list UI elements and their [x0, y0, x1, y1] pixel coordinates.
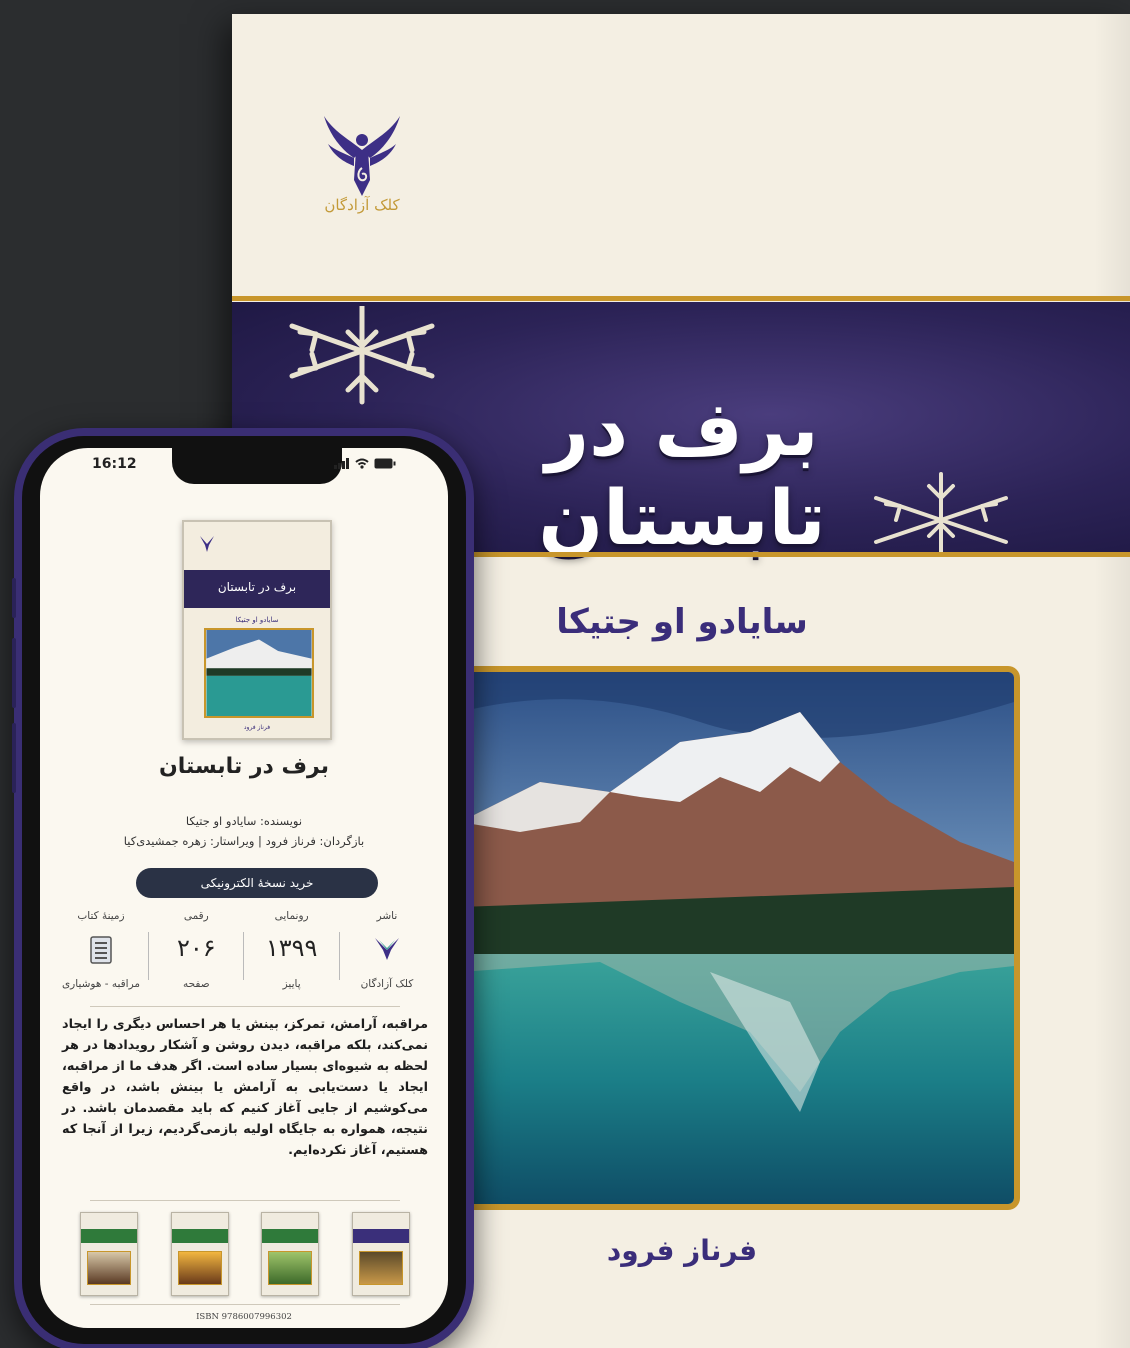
phone-volume-down-button	[12, 723, 16, 793]
gold-rule-top	[232, 296, 1130, 301]
book-title: برف در تابستان	[538, 384, 826, 562]
stat-sub: مراقبه - هوشیاری	[61, 978, 141, 990]
book-stats: ناشر کلک آزادگان رونمایی ۱۳۹۹ پاییز رقمی…	[58, 910, 430, 1000]
thumb-landscape-image	[204, 628, 314, 718]
stat-label: رونمایی	[274, 910, 309, 922]
publisher-logo-icon	[200, 536, 214, 552]
related-book-image	[87, 1251, 131, 1285]
stat-label: ناشر	[376, 910, 398, 922]
related-book[interactable]	[170, 1212, 229, 1296]
related-book-image	[268, 1251, 313, 1285]
related-book[interactable]	[351, 1212, 410, 1296]
stat-divider	[148, 932, 150, 980]
related-book-image	[358, 1251, 403, 1285]
thumb-title: برف در تابستان	[217, 580, 297, 594]
phone-mute-button	[12, 578, 16, 618]
battery-icon	[374, 458, 396, 469]
status-time: 16:12	[92, 456, 137, 472]
phone-mockup: 16:12 برف در تابستان سایادو او جتیکا فرن…	[12, 428, 474, 1348]
book-category-icon	[90, 936, 112, 964]
section-divider	[90, 1304, 400, 1305]
book-title-heading: برف در تابستان	[159, 754, 329, 779]
stat-divider	[338, 932, 340, 980]
signal-icon	[334, 458, 349, 469]
phone-screen: 16:12 برف در تابستان سایادو او جتیکا فرن…	[40, 448, 448, 1328]
isbn: ISBN 9786007996302	[196, 1312, 292, 1322]
cover-landscape-image	[454, 666, 1020, 1210]
related-books	[80, 1212, 410, 1300]
credits-line: بازگردان: فرناز فرود | ویراستار: زهره جم…	[123, 834, 365, 848]
cover-spine-shade	[1094, 14, 1130, 1348]
cover-author: سایادو او جتیکا	[556, 602, 808, 642]
stat-sub: کلک آزادگان	[360, 978, 414, 990]
book-thumbnail[interactable]: برف در تابستان سایادو او جتیکا فرناز فرو…	[182, 520, 332, 740]
publisher-name: کلک آزادگان	[324, 196, 400, 214]
stat-sub: پاییز	[282, 978, 301, 990]
status-icons	[334, 458, 396, 469]
stat-value: ۱۳۹۹	[265, 934, 318, 962]
phone-volume-up-button	[12, 638, 16, 708]
stat-release: رونمایی ۱۳۹۹ پاییز	[249, 910, 335, 1000]
stat-divider	[243, 932, 245, 980]
related-book[interactable]	[80, 1212, 138, 1296]
book-description: مراقبه، آرامش، تمرکز، بینش یا هر احساس د…	[62, 1017, 428, 1158]
related-book-image	[177, 1251, 222, 1285]
stat-value: ۲۰۶	[176, 934, 216, 962]
author-line: نویسنده: سایادو او جتیکا	[185, 814, 303, 828]
stat-pages: رقمی ۲۰۶ صفحه	[153, 910, 239, 1000]
section-divider	[90, 1006, 400, 1007]
thumb-author: سایادو او جتیکا	[235, 616, 279, 624]
stat-label: زمینهٔ کتاب	[77, 910, 125, 922]
section-divider	[90, 1200, 400, 1201]
mountain-lake-illustration	[460, 672, 1014, 1204]
cover-translator: فرناز فرود	[606, 1234, 758, 1267]
buy-ebook-button[interactable]: خرید نسخهٔ الکترونیکی	[136, 868, 378, 898]
stat-sub: صفحه	[182, 978, 210, 990]
publisher-logo-icon	[374, 938, 399, 960]
snowflake-icon	[289, 306, 435, 405]
thumb-translator: فرناز فرود	[243, 724, 271, 731]
stat-category: زمینهٔ کتاب مراقبه - هوشیاری	[58, 910, 144, 1000]
stat-label: رقمی	[183, 910, 209, 922]
related-book-band	[171, 1229, 228, 1243]
phone-notch	[172, 448, 342, 484]
related-book[interactable]	[261, 1212, 320, 1296]
stat-publisher: ناشر کلک آزادگان	[344, 910, 430, 1000]
wifi-icon	[355, 458, 369, 469]
related-book-band	[352, 1229, 409, 1243]
related-book-band	[262, 1229, 319, 1243]
related-book-band	[81, 1229, 137, 1243]
